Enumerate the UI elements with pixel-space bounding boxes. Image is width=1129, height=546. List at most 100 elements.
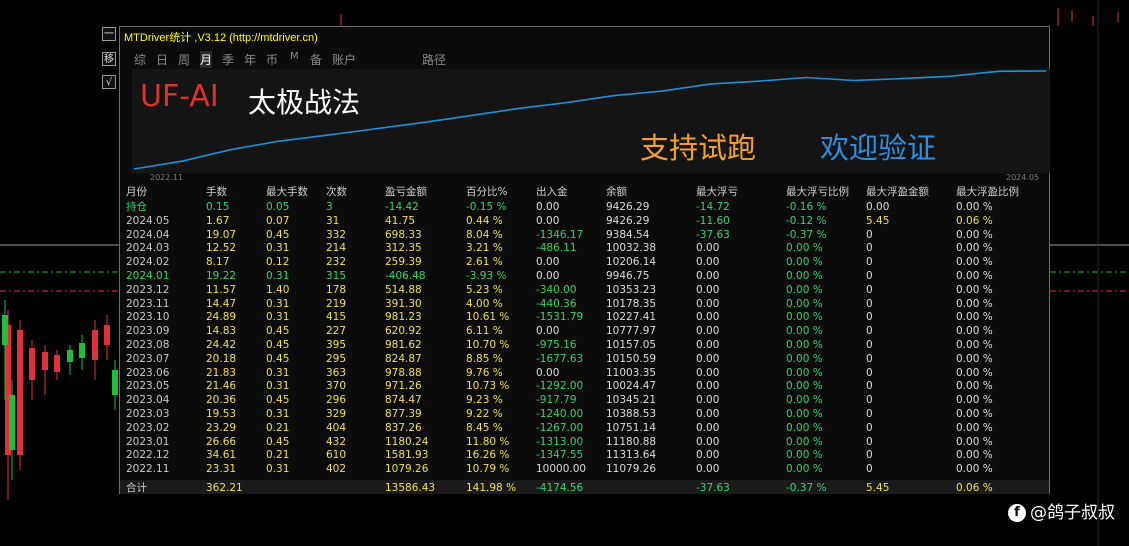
candle-body xyxy=(2,315,8,345)
table-cell: 14.47 xyxy=(206,298,237,310)
table-cell: 0.00 xyxy=(696,449,720,461)
col-header: 出入金 xyxy=(536,186,568,198)
table-cell: 2023.10 xyxy=(126,311,170,323)
table-cell: 0.00 xyxy=(536,256,560,268)
table-cell: -975.16 xyxy=(536,339,577,351)
table-cell: 24.42 xyxy=(206,339,237,351)
total-row-background xyxy=(120,480,1049,494)
table-cell: 874.47 xyxy=(385,394,422,406)
table-cell: 0 xyxy=(866,422,873,434)
table-cell: 10353.23 xyxy=(606,284,657,296)
table-cell: 0 xyxy=(866,408,873,420)
table-cell: 432 xyxy=(326,436,347,448)
table-cell: 0.45 xyxy=(266,353,290,365)
tab-0[interactable]: 综 xyxy=(134,51,146,68)
table-cell: 315 xyxy=(326,270,347,282)
table-cell: 227 xyxy=(326,325,347,337)
tab-1[interactable]: 日 xyxy=(156,51,168,68)
table-cell: 2024.04 xyxy=(126,229,170,241)
table-cell: 0 xyxy=(866,284,873,296)
table-cell: 0.31 xyxy=(266,298,290,310)
table-cell: 391.30 xyxy=(385,298,422,310)
table-cell: -1531.79 xyxy=(536,311,584,323)
table-cell: 0 xyxy=(866,353,873,365)
table-cell: 10.70 % xyxy=(466,339,510,351)
table-cell: 3.21 % xyxy=(466,242,503,254)
tab-9[interactable]: 账户 xyxy=(332,51,356,68)
col-header: 手数 xyxy=(206,186,227,198)
table-cell: 0.00 xyxy=(696,284,720,296)
table-cell: 10.79 % xyxy=(466,463,510,475)
table-cell: 0 xyxy=(866,367,873,379)
brand-label: UF-AI xyxy=(140,79,219,114)
table-cell: 0.00 % xyxy=(786,256,823,268)
table-cell: 0.00 xyxy=(696,270,720,282)
table-cell: 2022.12 xyxy=(126,449,170,461)
table-cell: 2023.01 xyxy=(126,436,170,448)
table-cell: 2023.05 xyxy=(126,380,170,392)
table-cell: 0.31 xyxy=(266,242,290,254)
table-cell: -0.16 % xyxy=(786,201,827,213)
table-cell: 14.83 xyxy=(206,325,237,337)
table-cell: 0.00 % xyxy=(956,339,993,351)
col-header: 最大浮亏 xyxy=(696,186,738,198)
table-cell: 31 xyxy=(326,215,340,227)
chart-x-end: 2024.05 xyxy=(1006,173,1040,182)
table-cell: -1292.00 xyxy=(536,380,584,392)
table-cell: 0 xyxy=(866,270,873,282)
table-cell: 0.00 % xyxy=(956,201,993,213)
table-cell: 0 xyxy=(866,325,873,337)
table-cell: 0.07 xyxy=(266,215,290,227)
table-cell: 0.00 % xyxy=(956,256,993,268)
table-cell: 26.66 xyxy=(206,436,237,448)
table-cell: 0.00 % xyxy=(786,367,823,379)
table-cell: 19.53 xyxy=(206,408,237,420)
candle-body xyxy=(42,352,48,370)
tab-5[interactable]: 年 xyxy=(244,51,256,68)
table-cell: 4.00 % xyxy=(466,298,503,310)
table-cell: 259.39 xyxy=(385,256,422,268)
table-cell: 0.00 xyxy=(696,325,720,337)
table-cell: 395 xyxy=(326,339,347,351)
table-cell: -406.48 xyxy=(385,270,426,282)
tab-6[interactable]: 币 xyxy=(266,51,278,68)
table-cell: 0.44 % xyxy=(466,215,503,227)
table-cell: 10178.35 xyxy=(606,298,657,310)
candle-body xyxy=(92,330,98,360)
move-button[interactable]: 移 xyxy=(102,52,116,66)
table-cell: 837.26 xyxy=(385,422,422,434)
table-cell: 10.73 % xyxy=(466,380,510,392)
table-cell: 12.52 xyxy=(206,242,237,254)
table-cell: 877.39 xyxy=(385,408,422,420)
table-cell: 11313.64 xyxy=(606,449,657,461)
table-cell: 0.21 xyxy=(266,449,290,461)
table-cell: 11.57 xyxy=(206,284,237,296)
table-cell: -14.42 xyxy=(385,201,419,213)
table-cell: 2024.02 xyxy=(126,256,170,268)
table-cell: 981.23 xyxy=(385,311,422,323)
table-cell: -14.72 xyxy=(696,201,730,213)
table-cell: 0.00 % xyxy=(956,436,993,448)
table-cell: 0.15 xyxy=(206,201,230,213)
tab-8[interactable]: 备 xyxy=(310,51,322,68)
table-cell: 0.31 xyxy=(266,380,290,392)
tab-2[interactable]: 周 xyxy=(178,51,190,68)
table-cell: 0.00 % xyxy=(786,408,823,420)
table-cell: 11003.35 xyxy=(606,367,657,379)
tab-7[interactable]: M xyxy=(290,51,299,62)
col-header: 最大手数 xyxy=(266,186,308,198)
confirm-button[interactable]: √ xyxy=(102,75,116,89)
table-cell: 2022.11 xyxy=(126,463,170,475)
panel-title: MTDriver统计 ,V3.12 (http://mtdriver.cn) xyxy=(124,32,318,44)
table-cell: 2023.03 xyxy=(126,408,170,420)
candle-body xyxy=(79,343,85,358)
tab-3[interactable]: 月 xyxy=(200,51,213,68)
table-cell: 10751.14 xyxy=(606,422,657,434)
tab-10[interactable]: 路径 xyxy=(422,51,446,68)
tab-4[interactable]: 季 xyxy=(222,51,234,68)
table-cell: 8.17 xyxy=(206,256,230,268)
table-cell: 0.00 % xyxy=(956,298,993,310)
minimize-button[interactable]: 一 xyxy=(102,27,116,41)
table-cell: 5.23 % xyxy=(466,284,503,296)
trial-label: 支持试跑 xyxy=(640,131,757,165)
